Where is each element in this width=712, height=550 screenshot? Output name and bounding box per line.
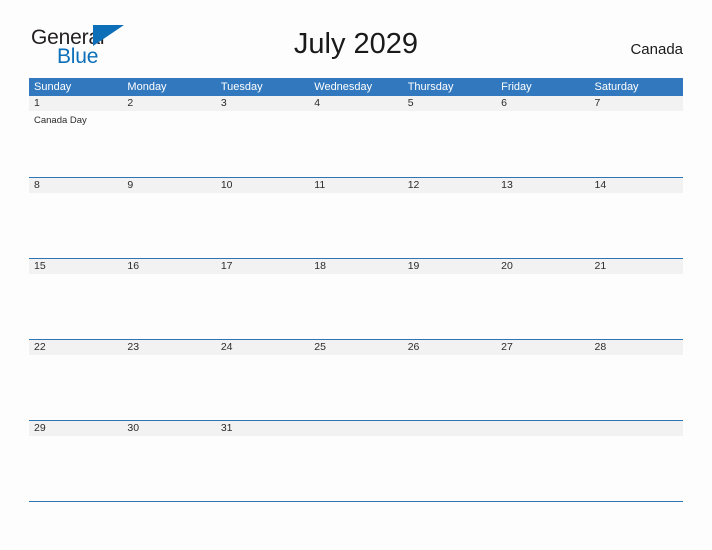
calendar-day-number: 13 (496, 178, 590, 193)
calendar-day-number: 27 (496, 340, 590, 355)
calendar-day-number: 2 (122, 96, 216, 111)
calendar-day-number: 1 (29, 96, 123, 111)
calendar-day-number: 10 (215, 178, 310, 193)
calendar-grid: Sunday Monday Tuesday Wednesday Thursday… (29, 78, 683, 502)
calendar-day-number: 22 (29, 340, 123, 355)
calendar-week-row: 1 Canada Day 2 3 4 5 6 7 (29, 96, 683, 177)
calendar-day-cell[interactable]: 11 (309, 178, 403, 258)
calendar-day-cell[interactable]: 22 (29, 340, 123, 420)
weekday-header-thursday: Thursday (407, 81, 454, 93)
calendar-day-number: 6 (496, 96, 590, 111)
calendar-day-number (309, 421, 403, 436)
calendar-event-label: Canada Day (34, 115, 87, 126)
calendar-day-cell[interactable]: 24 (215, 340, 310, 420)
calendar-day-number: 3 (215, 96, 310, 111)
calendar-day-cell-empty (496, 421, 590, 501)
calendar-day-cell[interactable]: 23 (122, 340, 216, 420)
calendar-day-number: 15 (29, 259, 123, 274)
calendar-weeks: 1 Canada Day 2 3 4 5 6 7 8 9 10 11 12 13 14 15 16 17 18 19 2… (29, 96, 683, 501)
calendar-day-number: 14 (589, 178, 683, 193)
calendar-day-cell[interactable]: 6 (496, 96, 590, 177)
calendar-day-cell[interactable]: 2 (122, 96, 216, 177)
calendar-day-cell[interactable]: 4 (309, 96, 403, 177)
calendar-day-number (402, 421, 497, 436)
calendar-day-cell[interactable]: 25 (309, 340, 403, 420)
calendar-day-cell[interactable]: 17 (215, 259, 310, 339)
calendar-day-cell-empty (309, 421, 403, 501)
calendar-day-number: 26 (402, 340, 497, 355)
calendar-week-row: 29 30 31 (29, 420, 683, 501)
calendar-day-number: 23 (122, 340, 216, 355)
calendar-day-number: 5 (402, 96, 497, 111)
calendar-day-cell[interactable]: 9 (122, 178, 216, 258)
calendar-day-number: 19 (402, 259, 497, 274)
calendar-day-cell[interactable]: 26 (402, 340, 497, 420)
calendar-week-row: 15 16 17 18 19 20 21 (29, 258, 683, 339)
calendar-day-cell[interactable]: 19 (402, 259, 497, 339)
region-label: Canada (630, 41, 683, 58)
calendar-day-cell[interactable]: 27 (496, 340, 590, 420)
calendar-day-number: 16 (122, 259, 216, 274)
weekday-header-wednesday: Wednesday (314, 81, 373, 93)
weekday-header-row: Sunday Monday Tuesday Wednesday Thursday… (29, 78, 683, 96)
calendar-day-number: 8 (29, 178, 123, 193)
calendar-day-cell-empty (589, 421, 683, 501)
calendar-day-cell[interactable]: 31 (215, 421, 310, 501)
calendar-day-number: 11 (309, 178, 403, 193)
calendar-day-cell[interactable]: 29 (29, 421, 123, 501)
calendar-day-number: 31 (215, 421, 310, 436)
calendar-day-cell[interactable]: 5 (402, 96, 497, 177)
calendar-day-cell[interactable]: 15 (29, 259, 123, 339)
calendar-day-cell[interactable]: 10 (215, 178, 310, 258)
calendar-day-cell[interactable]: 8 (29, 178, 123, 258)
calendar-week-row: 8 9 10 11 12 13 14 (29, 177, 683, 258)
calendar-day-number: 4 (309, 96, 403, 111)
calendar-day-number: 25 (309, 340, 403, 355)
calendar-day-cell[interactable]: 20 (496, 259, 590, 339)
calendar-day-number: 12 (402, 178, 497, 193)
calendar-day-number: 7 (589, 96, 683, 111)
calendar-day-number: 17 (215, 259, 310, 274)
calendar-week-cells: 22 23 24 25 26 27 28 (29, 340, 683, 420)
calendar-week-cells: 8 9 10 11 12 13 14 (29, 178, 683, 258)
calendar-day-cell[interactable]: 18 (309, 259, 403, 339)
calendar-day-number: 20 (496, 259, 590, 274)
calendar-week-cells: 1 Canada Day 2 3 4 5 6 7 (29, 96, 683, 177)
page-title: July 2029 (293, 28, 419, 60)
calendar-day-cell[interactable]: 13 (496, 178, 590, 258)
calendar-day-cell[interactable]: 21 (589, 259, 683, 339)
calendar-day-number: 29 (29, 421, 123, 436)
calendar-day-number (589, 421, 683, 436)
calendar-day-number: 9 (122, 178, 216, 193)
calendar-day-cell[interactable]: 12 (402, 178, 497, 258)
calendar-day-number: 18 (309, 259, 403, 274)
page-header: General Blue July 2029 Canada (0, 0, 712, 67)
calendar-day-cell[interactable]: 30 (122, 421, 216, 501)
weekday-header-monday: Monday (127, 81, 167, 93)
calendar-day-cell[interactable]: 1 Canada Day (29, 96, 123, 177)
weekday-header-friday: Friday (501, 81, 532, 93)
calendar-page: General Blue July 2029 Canada Sunday Mon… (0, 0, 712, 550)
weekday-header-saturday: Saturday (594, 81, 639, 93)
calendar-day-number: 28 (589, 340, 683, 355)
calendar-week-cells: 29 30 31 (29, 421, 683, 501)
calendar-day-number: 24 (215, 340, 310, 355)
calendar-bottom-border (29, 501, 683, 502)
calendar-day-cell[interactable]: 7 (589, 96, 683, 177)
calendar-day-cell[interactable]: 14 (589, 178, 683, 258)
weekday-header-sunday: Sunday (34, 81, 72, 93)
calendar-day-cell[interactable]: 28 (589, 340, 683, 420)
calendar-day-number (496, 421, 590, 436)
calendar-day-cell[interactable]: 3 (215, 96, 310, 177)
calendar-day-cell-empty (402, 421, 497, 501)
calendar-day-cell[interactable]: 16 (122, 259, 216, 339)
calendar-day-number: 30 (122, 421, 216, 436)
calendar-day-number: 21 (589, 259, 683, 274)
calendar-day-events: Canada Day (29, 111, 122, 127)
weekday-header-tuesday: Tuesday (220, 81, 263, 93)
calendar-week-row: 22 23 24 25 26 27 28 (29, 339, 683, 420)
calendar-week-cells: 15 16 17 18 19 20 21 (29, 259, 683, 339)
